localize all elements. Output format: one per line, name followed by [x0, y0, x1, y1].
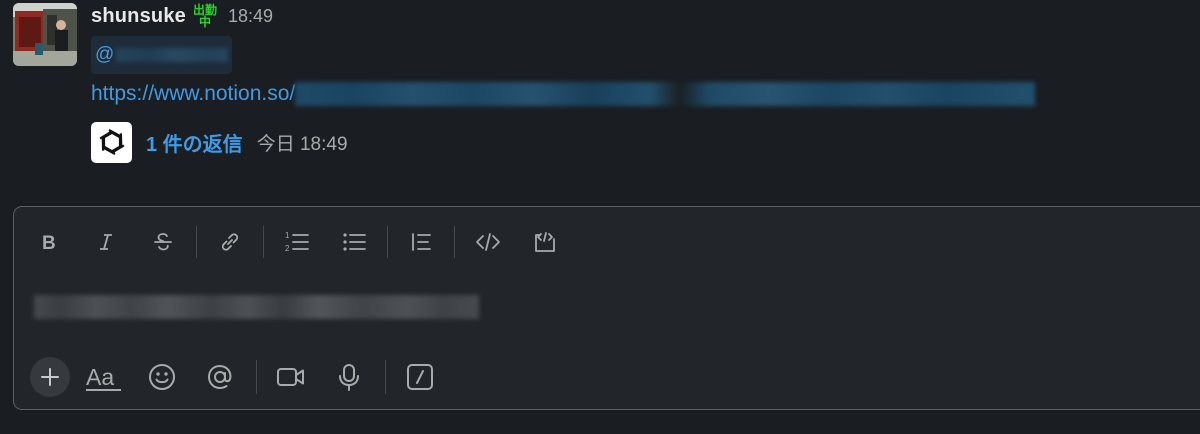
- message-input-draft[interactable]: [34, 295, 479, 319]
- toolbar-divider: [196, 226, 197, 258]
- message-link-line: https://www.notion.so/: [91, 81, 1036, 107]
- svg-text:1: 1: [285, 231, 290, 240]
- message-composer: B 12 Aa: [13, 206, 1200, 410]
- bulleted-list-icon[interactable]: [334, 224, 374, 260]
- redacted-link-path[interactable]: [295, 82, 1036, 106]
- text-format-label: Aa: [86, 364, 114, 390]
- bold-icon[interactable]: B: [29, 224, 69, 260]
- blockquote-icon[interactable]: [401, 224, 441, 260]
- toolbar-divider: [385, 360, 386, 394]
- toolbar-divider: [387, 226, 388, 258]
- formatting-toolbar: B 12: [29, 223, 582, 261]
- status-emoji-line2: 中: [198, 15, 211, 29]
- redacted-mention-name: [116, 48, 229, 62]
- user-avatar[interactable]: [13, 3, 77, 66]
- status-emoji[interactable]: 出勤 中: [192, 2, 218, 30]
- strikethrough-icon[interactable]: [143, 224, 183, 260]
- slash-command-icon[interactable]: [400, 357, 440, 397]
- svg-text:2: 2: [285, 244, 290, 253]
- toolbar-divider: [256, 360, 257, 394]
- text-format-icon[interactable]: Aa: [84, 357, 124, 397]
- reply-count-link[interactable]: 1 件の返信: [146, 128, 243, 157]
- last-reply-time: 今日 18:49: [256, 133, 348, 155]
- svg-text:B: B: [42, 233, 56, 252]
- composer-bottom-toolbar: Aa: [30, 356, 458, 398]
- microphone-icon[interactable]: [329, 357, 369, 397]
- toolbar-divider: [263, 226, 264, 258]
- toolbar-divider: [454, 226, 455, 258]
- code-block-icon[interactable]: [525, 224, 565, 260]
- link-icon[interactable]: [210, 224, 250, 260]
- ordered-list-icon[interactable]: 12: [277, 224, 317, 260]
- slack-window: shunsuke 出勤 中 18:49 @ https://www.notion…: [0, 0, 1200, 434]
- user-mention[interactable]: @: [91, 36, 232, 74]
- emoji-icon[interactable]: [142, 357, 182, 397]
- italic-icon[interactable]: [86, 224, 126, 260]
- message-header: shunsuke 出勤 中 18:49: [91, 1, 273, 31]
- openai-logo-icon: [91, 121, 132, 163]
- message-timestamp[interactable]: 18:49: [228, 6, 273, 27]
- video-icon[interactable]: [271, 357, 311, 397]
- plus-icon[interactable]: [30, 357, 70, 397]
- notion-link[interactable]: https://www.notion.so/: [91, 82, 295, 106]
- username[interactable]: shunsuke: [91, 5, 186, 28]
- thread-summary[interactable]: 1 件の返信 今日 18:49: [91, 121, 348, 163]
- mention-prefix: @: [95, 44, 115, 65]
- mention-icon[interactable]: [200, 357, 240, 397]
- code-icon[interactable]: [468, 224, 508, 260]
